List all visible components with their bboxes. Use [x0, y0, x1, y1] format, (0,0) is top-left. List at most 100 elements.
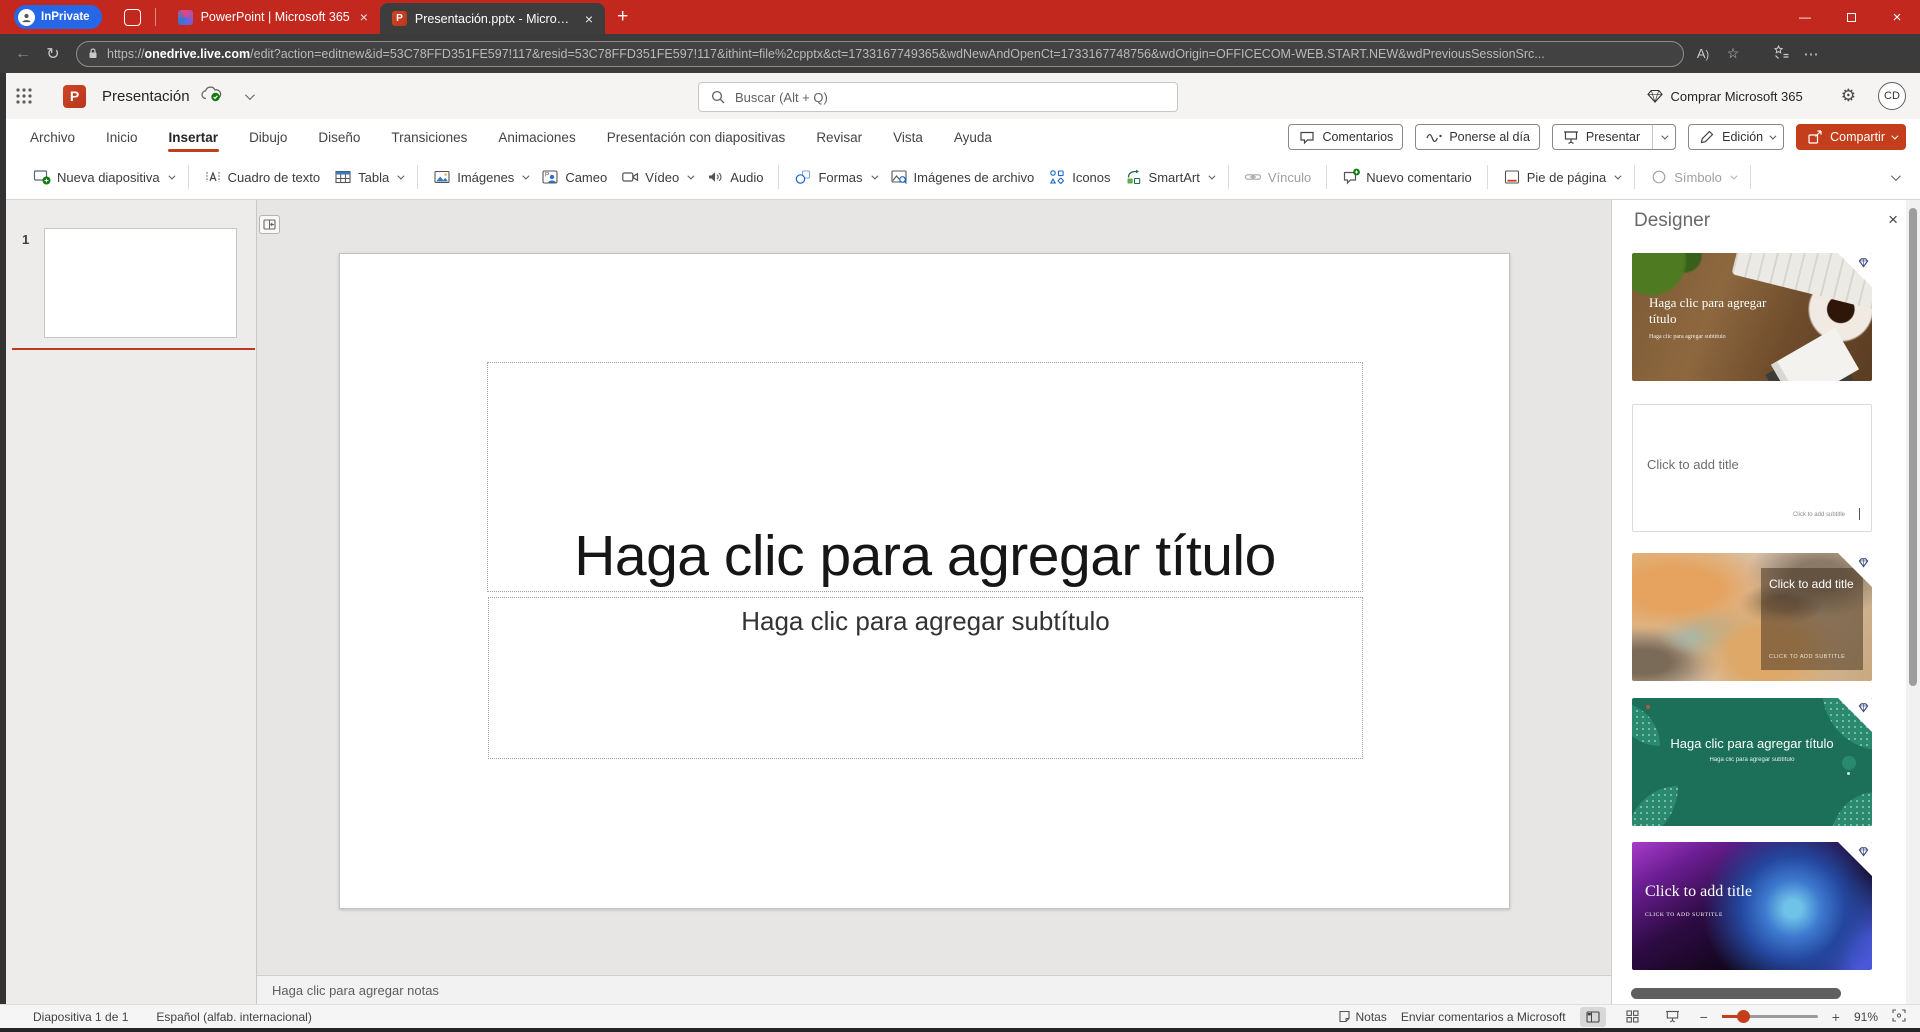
share-icon: [1806, 128, 1824, 146]
slide-sorter-view-button[interactable]: [1620, 1007, 1646, 1027]
settings-gear-icon[interactable]: ⚙: [1841, 86, 1856, 106]
zoom-in-button[interactable]: +: [1832, 1009, 1840, 1025]
feedback-link[interactable]: Enviar comentarios a Microsoft: [1401, 1010, 1566, 1024]
tab-transiciones[interactable]: Transiciones: [390, 121, 468, 154]
subtitle-placeholder[interactable]: Haga clic para agregar subtítulo: [488, 597, 1363, 759]
zoom-out-button[interactable]: −: [1700, 1009, 1708, 1025]
browser-tab-powerpoint-home[interactable]: PowerPoint | Microsoft 365 ×: [166, 0, 380, 34]
stock-images-button[interactable]: Imágenes de archivo: [883, 162, 1042, 192]
notes-toggle-button[interactable]: Notas: [1338, 1010, 1387, 1024]
tab-vista[interactable]: Vista: [892, 121, 924, 154]
tab-dibujo[interactable]: Dibujo: [248, 121, 288, 154]
video-icon: [621, 168, 639, 186]
back-button[interactable]: ←: [8, 45, 38, 63]
tab-archivo[interactable]: Archivo: [29, 121, 76, 154]
close-tab-icon[interactable]: ×: [583, 11, 595, 27]
tab-search-icon[interactable]: [124, 9, 141, 26]
cameo-icon: P: [541, 168, 559, 186]
search-input[interactable]: Buscar (Alt + Q): [698, 82, 1178, 112]
slide-thumbnail-1[interactable]: [44, 228, 237, 338]
slide-canvas[interactable]: Haga clic para agregar título Haga clic …: [339, 253, 1510, 909]
close-window-button[interactable]: ×: [1874, 0, 1920, 34]
share-button[interactable]: Compartir: [1796, 124, 1906, 150]
address-bar[interactable]: https://onedrive.live.com/edit?action=ed…: [76, 41, 1684, 67]
designer-horizontal-scrollbar[interactable]: [1631, 988, 1841, 999]
minimize-button[interactable]: —: [1782, 0, 1828, 34]
tab-insertar[interactable]: Insertar: [168, 121, 220, 154]
search-icon: [711, 90, 725, 104]
link-button[interactable]: Vínculo: [1237, 162, 1318, 192]
app-launcher-icon[interactable]: [13, 85, 35, 107]
tab-animaciones[interactable]: Animaciones: [497, 121, 576, 154]
design-suggestion-nebula[interactable]: Click to add title CLICK TO ADD SUBTITLE: [1632, 842, 1872, 970]
shapes-button[interactable]: Formas: [787, 162, 882, 192]
video-button[interactable]: Vídeo: [614, 162, 699, 192]
language-indicator[interactable]: Español (alfab. internacional): [156, 1010, 311, 1024]
tab-presentacion-con-diapositivas[interactable]: Presentación con diapositivas: [606, 121, 787, 154]
tab-revisar[interactable]: Revisar: [815, 121, 863, 154]
ribbon-options-chevron-icon[interactable]: [1891, 171, 1901, 181]
share-dropdown-chevron-icon[interactable]: [1891, 132, 1898, 139]
notes-area[interactable]: Haga clic para agregar notas: [257, 975, 1611, 1004]
browser-tab-presentation[interactable]: P Presentación.pptx - Microsoft Pow ×: [380, 3, 605, 34]
design-subtitle-text: CLICK TO ADD SUBTITLE: [1645, 912, 1752, 918]
slideshow-view-button[interactable]: [1660, 1007, 1686, 1027]
new-tab-button[interactable]: +: [617, 6, 628, 28]
saved-to-cloud-icon[interactable]: [201, 85, 223, 107]
browser-titlebar: InPrivate PowerPoint | Microsoft 365 × P…: [0, 0, 1920, 34]
smartart-button[interactable]: SmartArt: [1118, 162, 1220, 192]
slide-indicator[interactable]: Diapositiva 1 de 1: [33, 1010, 128, 1024]
catch-up-button[interactable]: Ponerse al día: [1415, 124, 1540, 150]
design-suggestion-wood[interactable]: Haga clic para agregar título Haga clic …: [1632, 253, 1872, 381]
design-suggestion-marble[interactable]: Click to add title CLICK TO ADD SUBTITLE: [1632, 553, 1872, 681]
tab-ayuda[interactable]: Ayuda: [953, 121, 993, 154]
zoom-slider[interactable]: [1722, 1015, 1818, 1018]
zoom-level[interactable]: 91%: [1854, 1010, 1878, 1024]
refresh-button[interactable]: ↻: [38, 44, 68, 64]
new-comment-button[interactable]: Nuevo comentario: [1335, 162, 1479, 192]
editing-dropdown-chevron-icon[interactable]: [1770, 132, 1777, 139]
collapse-panel-button[interactable]: [259, 215, 280, 234]
audio-button[interactable]: Audio: [699, 162, 770, 192]
design-suggestion-minimal[interactable]: Click to add title Click to add subtitle: [1632, 404, 1872, 532]
cameo-button[interactable]: P Cameo: [534, 162, 614, 192]
design-suggestion-green[interactable]: Haga clic para agregar título Haga clic …: [1632, 698, 1872, 826]
table-button[interactable]: Tabla: [327, 162, 409, 192]
editing-mode-button[interactable]: Edición: [1688, 124, 1784, 150]
footer-button[interactable]: Pie de página: [1496, 162, 1627, 192]
zoom-slider-knob[interactable]: [1737, 1010, 1750, 1023]
document-title[interactable]: Presentación: [102, 88, 190, 105]
comments-button[interactable]: Comentarios: [1288, 124, 1403, 150]
text-box-button[interactable]: Cuadro de texto: [197, 162, 328, 192]
account-avatar[interactable]: CD: [1878, 82, 1906, 110]
read-aloud-icon[interactable]: A): [1690, 46, 1716, 61]
inprivate-badge[interactable]: InPrivate: [14, 5, 102, 29]
tab-diseno[interactable]: Diseño: [317, 121, 361, 154]
favorite-star-icon[interactable]: ☆: [1720, 45, 1746, 62]
designer-scrollbar-thumb[interactable]: [1909, 208, 1917, 686]
normal-view-button[interactable]: [1580, 1007, 1606, 1027]
powerpoint-logo[interactable]: P: [63, 85, 86, 108]
designer-scrollbar-track[interactable]: [1906, 200, 1920, 1004]
close-tab-icon[interactable]: ×: [358, 9, 370, 25]
text-box-icon: [204, 168, 222, 186]
new-slide-button[interactable]: Nueva diapositiva: [26, 162, 180, 192]
icons-button[interactable]: Iconos: [1041, 162, 1117, 192]
browser-menu-icon[interactable]: ⋯: [1798, 45, 1824, 63]
maximize-button[interactable]: [1828, 0, 1874, 34]
title-placeholder[interactable]: Haga clic para agregar título: [487, 362, 1363, 592]
present-dropdown-chevron-icon[interactable]: [1662, 132, 1669, 139]
leaf-decor: [1632, 786, 1678, 826]
close-designer-icon[interactable]: ×: [1888, 210, 1898, 230]
table-icon: [334, 168, 352, 186]
favorites-bar-icon[interactable]: [1768, 45, 1794, 62]
symbol-button[interactable]: Símbolo: [1643, 162, 1742, 192]
tab-inicio[interactable]: Inicio: [105, 121, 139, 154]
notes-icon: [1338, 1010, 1351, 1023]
present-button[interactable]: Presentar: [1552, 124, 1676, 150]
buy-microsoft365-button[interactable]: Comprar Microsoft 365: [1647, 89, 1803, 104]
title-menu-chevron-icon[interactable]: [245, 90, 255, 100]
images-button[interactable]: Imágenes: [426, 162, 534, 192]
fit-to-window-button[interactable]: [1892, 1009, 1906, 1025]
url-text: https://onedrive.live.com/edit?action=ed…: [107, 47, 1545, 61]
